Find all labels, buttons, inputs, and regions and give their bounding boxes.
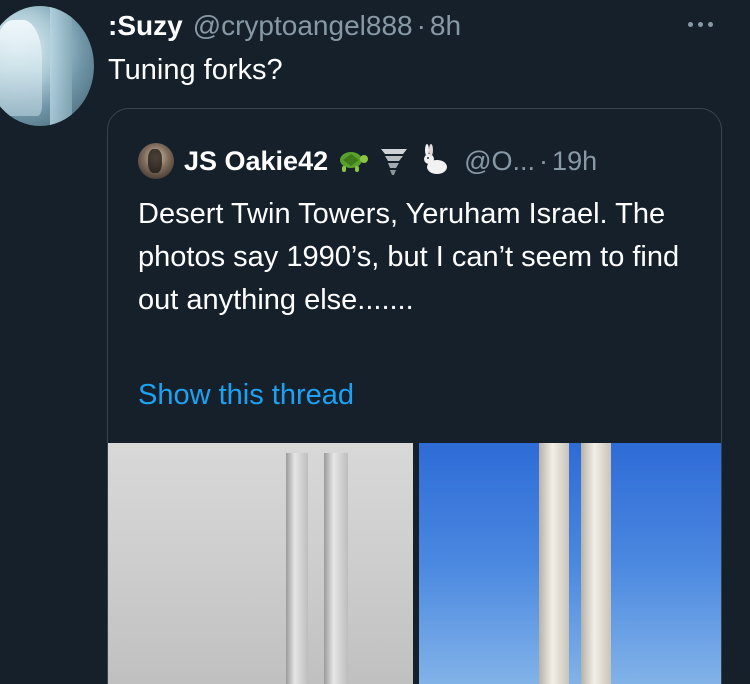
quoted-author-handle: @O... — [464, 145, 536, 176]
rabbit-icon — [418, 143, 454, 179]
tweet-text: Tuning forks? — [108, 54, 283, 86]
author-handle[interactable]: @cryptoangel888 — [193, 10, 413, 42]
tower-left — [538, 443, 569, 684]
tornado-icon — [376, 143, 412, 179]
separator: · — [416, 10, 426, 41]
tower-left — [286, 453, 308, 684]
media-grid — [108, 443, 721, 684]
quoted-tweet-text: Desert Twin Towers, Yeruham Israel. The … — [138, 198, 680, 316]
author-name[interactable]: :Suzy — [108, 10, 183, 42]
quoted-separator: · — [539, 145, 549, 176]
tower-right — [580, 443, 611, 684]
avatar[interactable] — [0, 6, 94, 126]
quoted-author-name: JS Oakie42 — [184, 145, 329, 176]
quoted-tweet[interactable]: JS Oakie42 @O... · 19h Desert Twin Tower… — [107, 108, 722, 684]
avatar-pillar — [50, 6, 72, 126]
more-options-icon[interactable] — [688, 22, 713, 27]
timestamp[interactable]: 8h — [430, 10, 461, 42]
tower-right — [324, 453, 348, 684]
show-thread-link[interactable]: Show this thread — [138, 379, 354, 412]
avatar-figure — [0, 20, 42, 116]
photo-color-towers[interactable] — [418, 443, 721, 684]
quoted-tweet-header: JS Oakie42 @O... · 19h — [138, 143, 597, 179]
tweet-header: :Suzy @cryptoangel888 · 8h — [108, 10, 461, 42]
turtle-icon — [334, 143, 370, 179]
quoted-avatar — [138, 143, 174, 179]
photo-bw-towers[interactable] — [108, 443, 413, 684]
quoted-timestamp: 19h — [552, 145, 598, 176]
